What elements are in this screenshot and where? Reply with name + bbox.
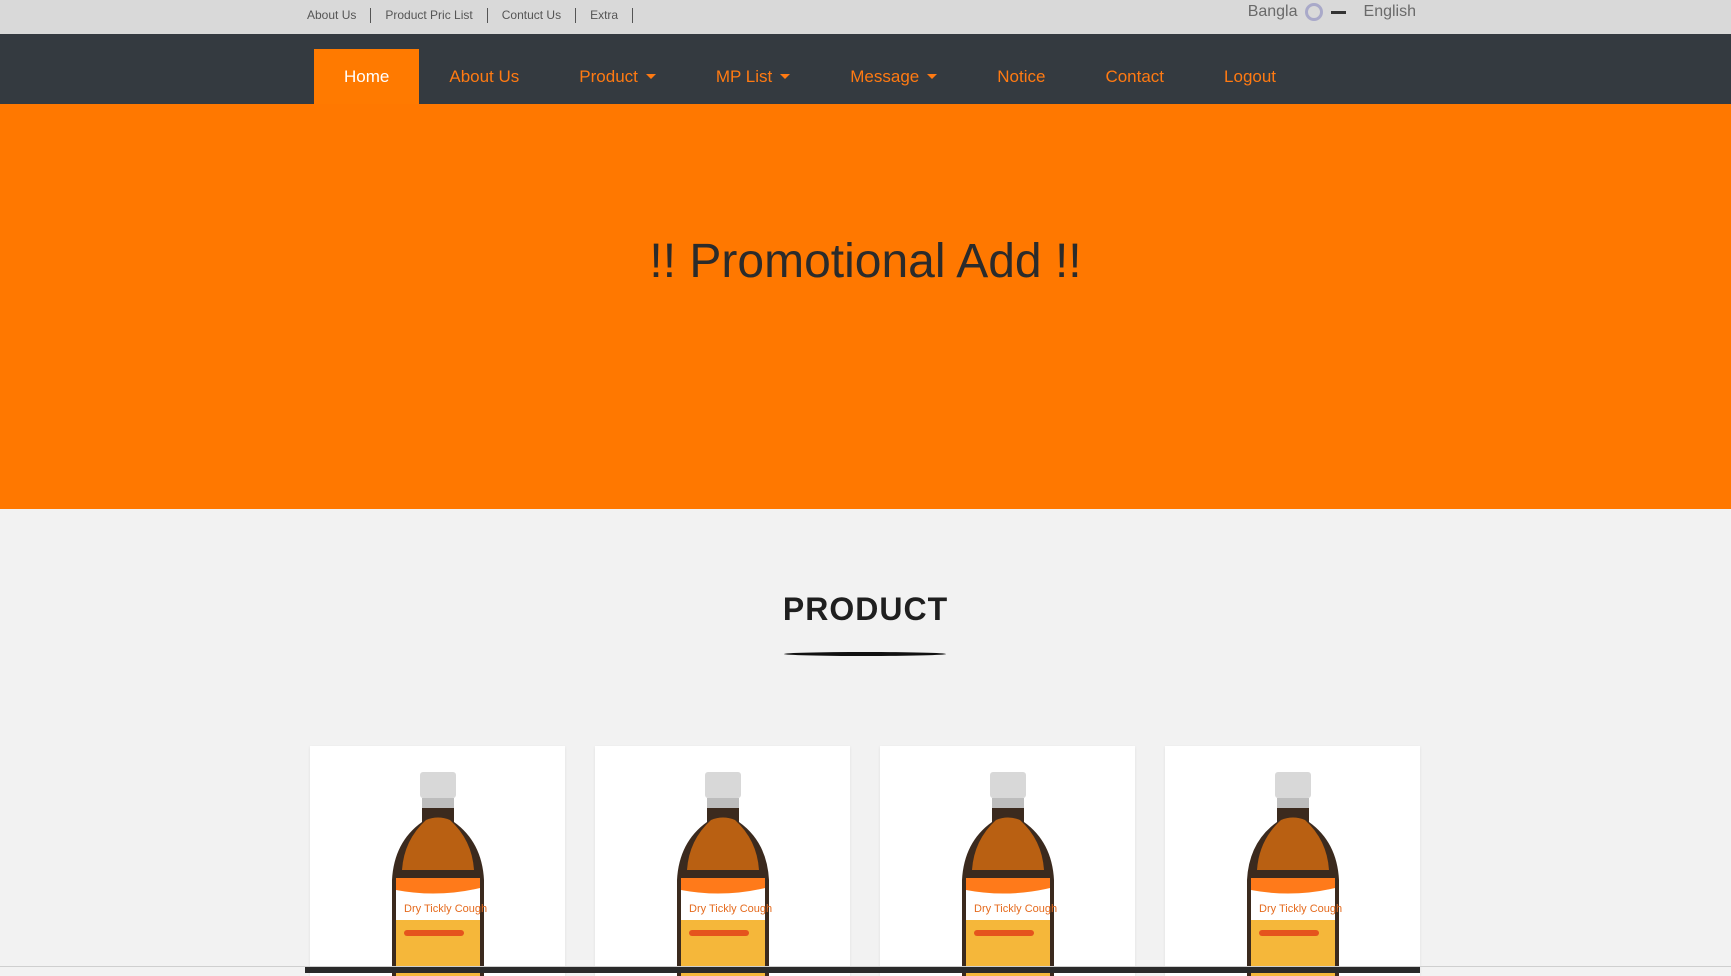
nav-item-notice[interactable]: Notice — [967, 49, 1075, 104]
nav-item-label: MP List — [715, 66, 773, 86]
product-card[interactable]: Dry Tickly Cough — [1165, 746, 1420, 976]
nav-item-label: Message — [850, 66, 920, 86]
syrup-bottle-image: Dry Tickly Cough — [1247, 772, 1342, 976]
nav-item-contact[interactable]: Contact — [1075, 49, 1194, 104]
divider — [632, 7, 634, 23]
nav-item-logout[interactable]: Logout — [1194, 49, 1306, 104]
main-navbar: Home About Us Product MP List Message No… — [0, 34, 1731, 104]
top-utility-bar: About Us Product Pric List Contuct Us Ex… — [0, 0, 1731, 34]
nav-item-label: Product — [579, 66, 638, 86]
nav-item-mp-list[interactable]: MP List — [686, 49, 820, 104]
promo-title: !! Promotional Add !! — [649, 235, 1082, 288]
section-title-underline — [784, 652, 946, 656]
nav-item-home[interactable]: Home — [314, 49, 420, 104]
caret-down-icon — [927, 74, 938, 79]
divider — [575, 7, 577, 23]
top-link-about-us[interactable]: About Us — [307, 8, 356, 22]
lang-bangla-label[interactable]: Bangla — [1248, 3, 1298, 21]
caret-down-icon — [645, 74, 656, 79]
nav-item-label: Home — [344, 66, 390, 86]
nav-item-about-us[interactable]: About Us — [419, 49, 549, 104]
bottle-label: Dry Tickly Cough — [689, 903, 772, 915]
top-link-contact-us[interactable]: Contuct Us — [502, 8, 561, 22]
product-card[interactable]: Dry Tickly Cough — [880, 746, 1135, 976]
nav-item-message[interactable]: Message — [820, 49, 967, 104]
bottle-label: Dry Tickly Cough — [1259, 903, 1342, 915]
nav-item-label: About Us — [449, 66, 520, 86]
top-link-extra[interactable]: Extra — [590, 8, 618, 22]
syrup-bottle-image: Dry Tickly Cough — [677, 772, 772, 976]
language-toggle-radio[interactable] — [1304, 3, 1323, 21]
product-section-title: PRODUCT — [782, 591, 949, 627]
product-card[interactable]: Dry Tickly Cough — [595, 746, 850, 976]
divider — [370, 7, 372, 23]
bottle-label: Dry Tickly Cough — [974, 903, 1057, 915]
horizontal-scrollbar[interactable] — [305, 967, 1420, 973]
nav-items: Home About Us Product MP List Message No… — [314, 49, 1306, 104]
divider — [486, 7, 488, 23]
bottle-label: Dry Tickly Cough — [404, 903, 487, 915]
language-toggle-track[interactable] — [1330, 10, 1346, 14]
promo-banner: !! Promotional Add !! — [0, 104, 1731, 509]
top-links: About Us Product Pric List Contuct Us Ex… — [307, 5, 647, 25]
language-switcher: Bangla English — [1248, 3, 1416, 21]
product-grid: Dry Tickly Cough Dry Tickly Cough Dry Ti… — [310, 746, 1420, 976]
product-card[interactable]: Dry Tickly Cough — [310, 746, 565, 976]
nav-item-label: Contact — [1105, 66, 1165, 86]
nav-item-product[interactable]: Product — [549, 49, 686, 104]
syrup-bottle-image: Dry Tickly Cough — [392, 772, 487, 976]
nav-item-label: Notice — [997, 66, 1046, 86]
top-link-product-price-list[interactable]: Product Pric List — [385, 8, 472, 22]
syrup-bottle-image: Dry Tickly Cough — [962, 772, 1057, 976]
caret-down-icon — [780, 74, 791, 79]
lang-english-label[interactable]: English — [1364, 3, 1416, 21]
nav-item-label: Logout — [1224, 66, 1277, 86]
